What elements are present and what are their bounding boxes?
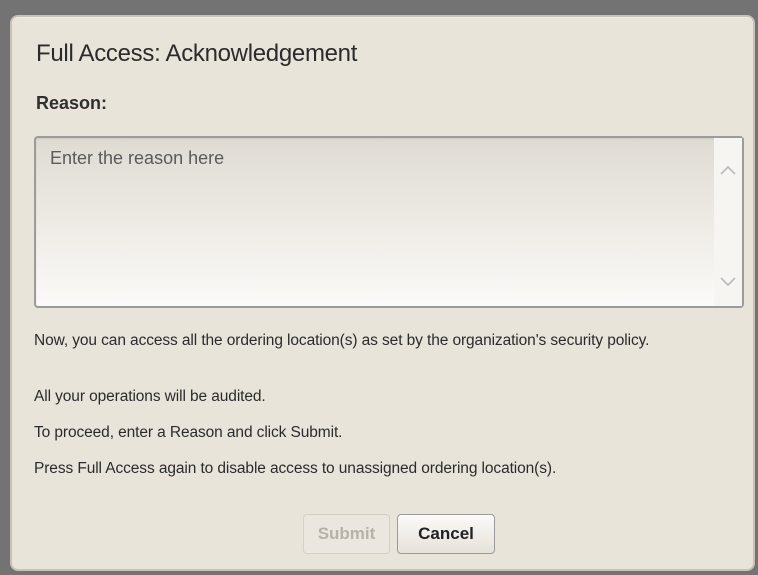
info-proceed-message: To proceed, enter a Reason and click Sub…	[34, 424, 343, 441]
submit-button[interactable]: Submit	[303, 514, 390, 554]
chevron-down-icon[interactable]	[714, 268, 742, 296]
backdrop-overlay: Full Access: Acknowledgement Reason: Now…	[0, 0, 758, 575]
reason-label: Reason:	[36, 93, 108, 113]
reason-textarea-container	[34, 136, 744, 308]
reason-input[interactable]	[36, 138, 712, 306]
dialog-title: Full Access: Acknowledgement	[36, 40, 358, 67]
info-access-message: Now, you can access all the ordering loc…	[34, 332, 650, 349]
full-access-dialog: Full Access: Acknowledgement Reason: Now…	[10, 15, 755, 571]
textarea-scrollbar[interactable]	[714, 138, 742, 306]
chevron-up-icon[interactable]	[714, 156, 742, 184]
info-audit-message: All your operations will be audited.	[34, 388, 266, 405]
cancel-button[interactable]: Cancel	[397, 514, 495, 554]
info-disable-message: Press Full Access again to disable acces…	[34, 460, 557, 477]
